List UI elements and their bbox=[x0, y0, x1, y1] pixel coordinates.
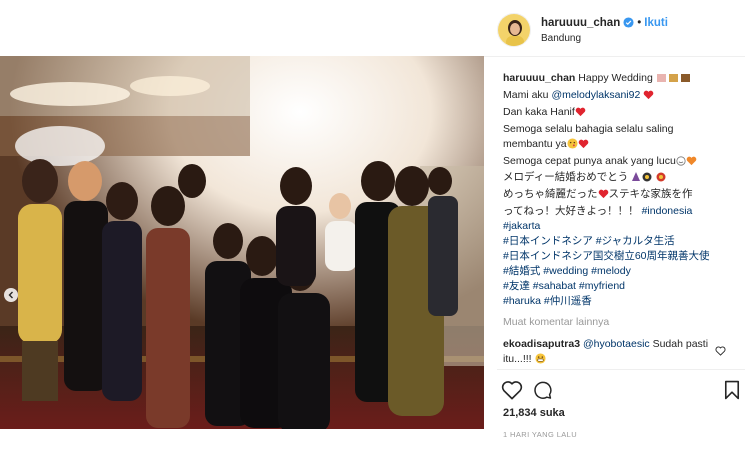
separator-dot: • bbox=[637, 16, 642, 29]
hashtag-link[interactable]: #日本インドネシア国交樹立60周年親善大使 bbox=[503, 250, 710, 262]
caption: haruuuu_chan Happy Wedding Mami aku @mel… bbox=[503, 71, 737, 309]
caption-line-5: membantu ya bbox=[503, 137, 737, 154]
hashtag-link[interactable]: #友達 bbox=[503, 280, 530, 292]
hashtag-link[interactable]: #melody bbox=[591, 265, 631, 277]
caption-text: Happy Wedding bbox=[578, 72, 653, 84]
action-bar bbox=[501, 380, 741, 400]
red-heart-emoji-icon bbox=[578, 139, 589, 154]
grin-emoji-icon bbox=[534, 353, 546, 369]
hashtag-link[interactable]: #日本インドネシア bbox=[503, 235, 593, 247]
comment-username[interactable]: ekoadisaputra3 bbox=[503, 338, 580, 350]
like-small-icon[interactable] bbox=[715, 343, 726, 361]
group-photo bbox=[0, 56, 484, 429]
caption-line-12: #日本インドネシア国交樹立60周年親善大使 bbox=[503, 249, 737, 264]
caption-line-3: Dan kaka Hanif bbox=[503, 105, 737, 122]
celebration-emoji-icon bbox=[631, 171, 671, 187]
smile-emoji-icon bbox=[676, 155, 686, 171]
caption-line-7: メロディー結婚おめでとう bbox=[503, 170, 737, 187]
header-divider bbox=[484, 56, 745, 57]
likes-number: 21,834 bbox=[503, 407, 537, 419]
hashtag-link[interactable]: #wedding bbox=[543, 265, 588, 277]
likes-count[interactable]: 21,834 suka bbox=[503, 407, 565, 419]
header-username[interactable]: haruuuu_chan bbox=[541, 17, 620, 29]
wedding-emoji-icon bbox=[656, 72, 692, 88]
bookmark-icon[interactable] bbox=[724, 380, 740, 405]
hashtag-link[interactable]: #結婚式 bbox=[503, 265, 540, 277]
caption-line-11: #日本インドネシア #ジャカルタ生活 bbox=[503, 234, 737, 249]
comment-item: ekoadisaputra3 @hyobotaesic Sudah pasti … bbox=[503, 337, 713, 369]
avatar-image bbox=[498, 14, 530, 46]
carousel-prev-button[interactable] bbox=[4, 288, 18, 302]
post-timestamp[interactable]: 1 HARI YANG LALU bbox=[503, 430, 577, 439]
actions-divider bbox=[497, 369, 745, 370]
caption-username[interactable]: haruuuu_chan bbox=[503, 72, 575, 84]
likes-suffix: suka bbox=[539, 407, 565, 419]
load-more-comments[interactable]: Muat komentar lainnya bbox=[503, 316, 609, 328]
hashtag-link[interactable]: #myfriend bbox=[579, 280, 625, 292]
hashtag-link[interactable]: #indonesia bbox=[642, 205, 693, 217]
caption-line-6: Semoga cepat punya anak yang lucu bbox=[503, 154, 737, 171]
mention-link[interactable]: @hyobotaesic bbox=[583, 338, 650, 350]
caption-text: ってねっ！大好きよっ！！！ bbox=[503, 205, 639, 218]
hashtag-link[interactable]: #ジャカルタ生活 bbox=[596, 235, 675, 247]
hashtag-link[interactable]: #haruka bbox=[503, 295, 541, 307]
follow-button[interactable]: Ikuti bbox=[644, 17, 668, 29]
verified-badge-icon bbox=[623, 17, 634, 28]
post-header: haruuuu_chan • Ikuti Bandung bbox=[497, 10, 745, 50]
caption-line-15: #haruka #仲川遥香 bbox=[503, 294, 737, 309]
post-photo[interactable] bbox=[0, 56, 484, 429]
caption-text: membantu ya bbox=[503, 137, 567, 150]
caption-text: Semoga cepat punya anak yang lucu bbox=[503, 154, 676, 167]
hashtag-link[interactable]: #jakarta bbox=[503, 220, 540, 232]
mention-link[interactable]: @melodylaksani92 bbox=[551, 89, 640, 101]
comment-icon[interactable] bbox=[532, 380, 553, 405]
chevron-left-icon bbox=[8, 291, 13, 299]
kiss-emoji-icon bbox=[567, 138, 578, 154]
red-heart-emoji-icon bbox=[643, 90, 654, 105]
caption-line-8: めっちゃ綺麗だった ステキな家族を作 bbox=[503, 187, 737, 204]
red-heart-emoji-icon bbox=[575, 107, 586, 122]
caption-line-14: #友達 #sahabat #myfriend bbox=[503, 279, 737, 294]
caption-line-10: #jakarta bbox=[503, 219, 737, 234]
location-link[interactable]: Bandung bbox=[541, 33, 668, 44]
caption-text: Dan kaka Hanif bbox=[503, 105, 575, 118]
caption-text: めっちゃ綺麗だった bbox=[503, 188, 598, 201]
caption-line-2: Mami aku @melodylaksani92 bbox=[503, 88, 737, 105]
caption-text: メロディー結婚おめでとう bbox=[503, 171, 629, 184]
caption-line-9: ってねっ！大好きよっ！！！ #indonesia bbox=[503, 204, 737, 219]
caption-text: Mami aku bbox=[503, 88, 549, 101]
caption-text: ステキな家族を作 bbox=[608, 188, 693, 201]
caption-line-4: Semoga selalu bahagia selalu saling bbox=[503, 122, 674, 135]
hashtag-link[interactable]: #仲川遥香 bbox=[544, 295, 592, 307]
red-heart-emoji-icon bbox=[598, 189, 609, 204]
caption-line-13: #結婚式 #wedding #melody bbox=[503, 264, 737, 279]
hashtag-link[interactable]: #sahabat bbox=[533, 280, 576, 292]
caption-line-1: haruuuu_chan Happy Wedding bbox=[503, 71, 737, 88]
heart-icon[interactable] bbox=[501, 380, 523, 405]
avatar[interactable] bbox=[497, 13, 531, 47]
orange-heart-emoji-icon bbox=[686, 156, 697, 171]
